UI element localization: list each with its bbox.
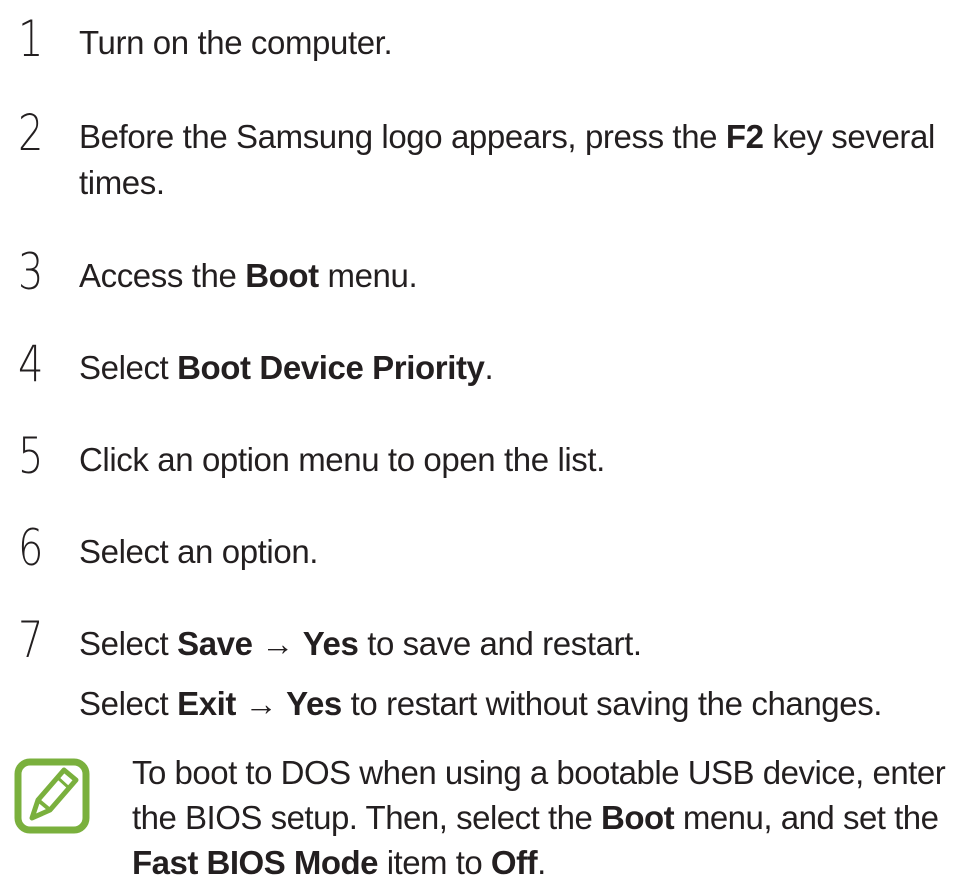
key-name: F2 (725, 118, 764, 155)
menu-name: Yes (302, 625, 359, 662)
text-run: to restart without saving the changes. (341, 685, 883, 722)
text-run: menu, and set the (674, 799, 939, 836)
text-run: Turn on the computer. (79, 24, 393, 61)
step-7-subtext: Select Exit → Yes to restart without sav… (79, 681, 959, 727)
step-text: Turn on the computer. (79, 20, 939, 66)
text-run: . (484, 349, 494, 386)
setting-name: Fast BIOS Mode (132, 844, 379, 881)
step-text: Before the Samsung logo appears, press t… (79, 114, 939, 206)
menu-name: Save (177, 625, 253, 662)
menu-name: Boot (601, 799, 675, 836)
arrow-text: → (252, 625, 303, 662)
note-text: To boot to DOS when using a bootable USB… (132, 750, 962, 885)
note-pencil-icon (14, 758, 90, 834)
text-run: Select (79, 685, 178, 722)
step-number: 1 (18, 10, 44, 68)
arrow-text: → (236, 685, 287, 722)
text-run: menu. (318, 257, 418, 294)
step-text: Click an option menu to open the list. (79, 437, 939, 483)
step-number: 2 (18, 104, 44, 162)
menu-name: Exit (177, 685, 237, 722)
text-run: Select (79, 625, 178, 662)
step-text: Select an option. (79, 529, 939, 575)
text-run: Select an option. (79, 533, 319, 570)
step-number: 7 (18, 611, 44, 669)
step-number: 3 (18, 243, 44, 301)
setting-value: Off (490, 844, 538, 881)
menu-name: Yes (286, 685, 342, 722)
text-run: Before the Samsung logo appears, press t… (79, 118, 726, 155)
text-run: item to (378, 844, 491, 881)
text-run: Select (79, 349, 178, 386)
step-text: Select Boot Device Priority. (79, 345, 939, 391)
text-run: Click an option menu to open the list. (79, 441, 605, 478)
step-number: 5 (18, 427, 44, 485)
step-text: Select Save → Yes to save and restart. (79, 621, 939, 667)
menu-name: Boot (245, 257, 319, 294)
text-run: . (537, 844, 546, 881)
menu-name: Boot Device Priority (177, 349, 485, 386)
text-run: Access the (79, 257, 246, 294)
text-run: to save and restart. (358, 625, 642, 662)
step-number: 4 (18, 335, 44, 393)
step-number: 6 (18, 519, 44, 577)
step-text: Access the Boot menu. (79, 253, 939, 299)
